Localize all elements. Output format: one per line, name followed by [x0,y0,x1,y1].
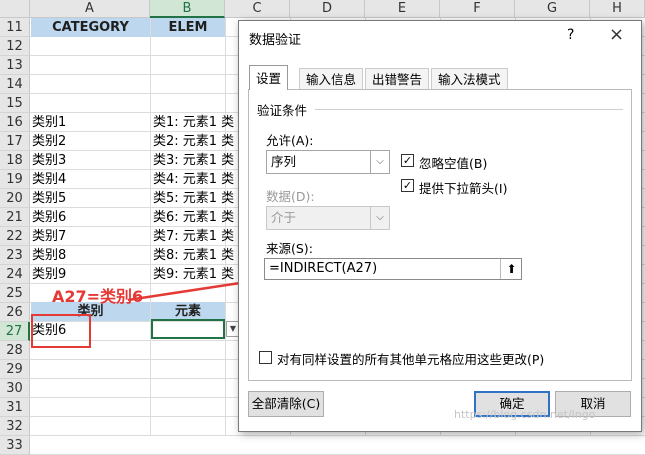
help-icon[interactable]: ? [567,27,574,43]
chevron-down-icon: ⌵ [370,151,389,173]
gridline [30,435,645,436]
tab-input-message[interactable]: 输入信息 [299,68,364,89]
source-label: 来源(S): [266,241,313,256]
data-value: 介于 [271,210,297,225]
row-header-33[interactable]: 33 [0,436,30,455]
collapse-dialog-icon[interactable]: ⬆ [500,259,522,279]
dropdown-arrow-label: 提供下拉箭头(I) [419,181,508,196]
ignore-blank-label: 忽略空值(B) [419,156,488,171]
allow-label: 允许(A): [266,133,314,148]
data-validation-dialog: 数据验证 ? × 设置 输入信息 出错警告 输入法模式 验证条件 允许(A): … [238,20,642,432]
chevron-down-icon: ⌵ [370,207,389,229]
data-select[interactable]: 介于 ⌵ [266,206,390,230]
tab-error-alert[interactable]: 出错警告 [365,68,430,89]
section-title: 验证条件 [257,103,308,118]
ignore-blank-checkbox[interactable]: ✓ [401,154,414,167]
dialog-title: 数据验证 [249,33,302,48]
allow-select[interactable]: 序列 ⌵ [266,150,390,174]
allow-value: 序列 [271,154,297,169]
data-label: 数据(D): [266,189,315,204]
tab-settings[interactable]: 设置 [249,65,289,90]
section-divider [315,109,623,110]
watermark: https://blog.csdn.net/lngo [454,408,596,421]
close-icon[interactable]: × [609,24,624,45]
source-value: =INDIRECT(A27) [269,261,378,276]
tab-ime-mode[interactable]: 输入法模式 [431,68,508,89]
apply-all-label: 对有同样设置的所有其他单元格应用这些更改(P) [277,352,545,367]
source-input[interactable]: =INDIRECT(A27) [264,258,522,280]
dropdown-arrow-checkbox[interactable]: ✓ [401,179,414,192]
settings-panel: 验证条件 允许(A): 序列 ⌵ ✓ 忽略空值(B) ✓ 提供下拉箭头(I) 数… [248,89,632,381]
apply-all-checkbox[interactable] [259,351,272,364]
clear-all-button[interactable]: 全部清除(C) [248,391,324,417]
